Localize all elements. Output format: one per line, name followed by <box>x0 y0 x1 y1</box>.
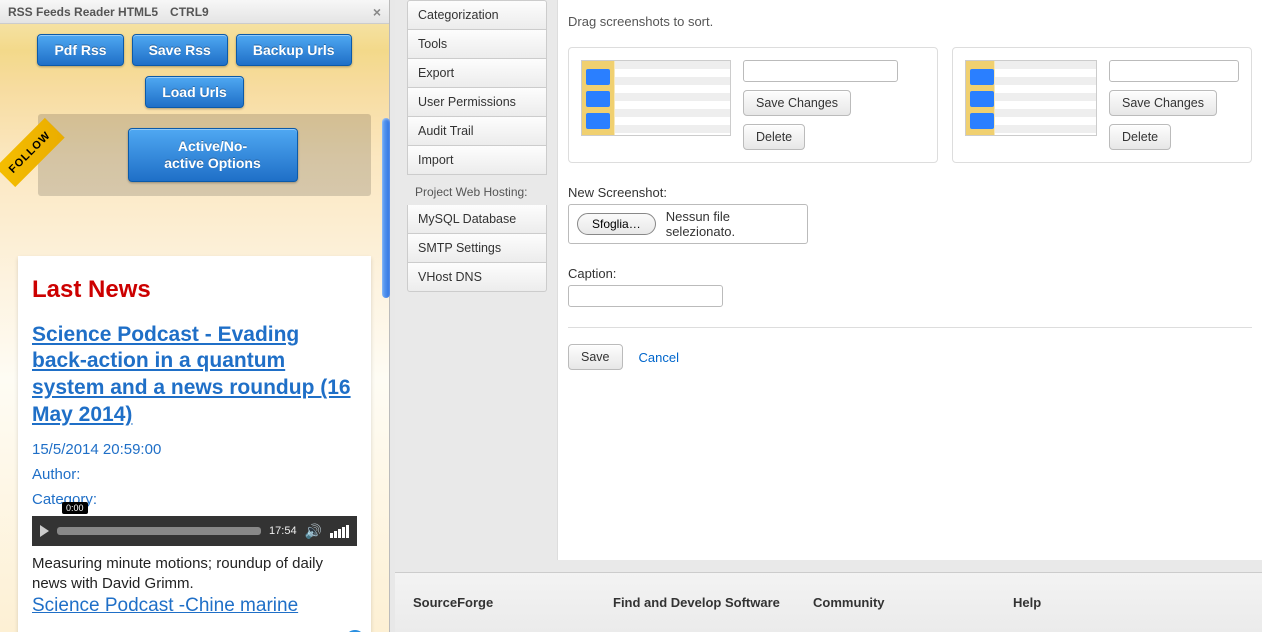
active-options-button[interactable]: Active/No-active Options <box>128 128 298 182</box>
vertical-scrollbar[interactable] <box>382 118 390 298</box>
audio-duration: 17:54 <box>269 525 297 537</box>
pdf-rss-button[interactable]: Pdf Rss <box>37 34 123 66</box>
footer-find-develop[interactable]: Find and Develop Software <box>613 595 813 632</box>
news-datetime: 15/5/2014 20:59:00 <box>32 441 357 458</box>
admin-menu-export[interactable]: Export <box>407 59 547 88</box>
audio-current-time: 0:00 <box>62 502 88 514</box>
form-actions: Save Cancel <box>568 344 1252 370</box>
save-changes-button[interactable]: Save Changes <box>1109 90 1217 116</box>
footer-nav: SourceForge Find and Develop Software Co… <box>395 572 1262 632</box>
admin-menu-categorization[interactable]: Categorization <box>407 0 547 30</box>
screenshots-editor: Drag screenshots to sort. Save Changes D… <box>557 0 1262 560</box>
news-author-label: Author: <box>32 466 357 483</box>
admin-menu-import[interactable]: Import <box>407 146 547 175</box>
admin-menu-smtp[interactable]: SMTP Settings <box>407 234 547 263</box>
news-heading: Last News <box>32 276 357 304</box>
footer-help[interactable]: Help <box>1013 595 1213 632</box>
delete-button[interactable]: Delete <box>1109 124 1171 150</box>
admin-menu-user-permissions[interactable]: User Permissions <box>407 88 547 117</box>
volume-bars-icon[interactable] <box>330 525 349 538</box>
sidebar-title: RSS Feeds Reader HTML5 <box>8 5 158 19</box>
save-rss-button[interactable]: Save Rss <box>132 34 228 66</box>
screenshot-thumbnail[interactable] <box>581 60 731 136</box>
content-area: Categorization Tools Export User Permiss… <box>395 0 1262 632</box>
toolbar-row-2: Load Urls <box>6 76 383 108</box>
admin-menu-vhost[interactable]: VHost DNS <box>407 263 547 292</box>
audio-track[interactable] <box>57 527 261 535</box>
admin-menu-audit-trail[interactable]: Audit Trail <box>407 117 547 146</box>
screenshot-card[interactable]: Save Changes Delete <box>568 47 938 163</box>
speaker-icon[interactable]: 🔊 <box>305 523 322 540</box>
sidebar-shortcut: CTRL9 <box>170 5 209 19</box>
no-file-text: Nessun file selezionato. <box>666 209 799 239</box>
screenshot-thumbnail[interactable] <box>965 60 1097 136</box>
admin-group-webhosting: Project Web Hosting: <box>407 175 547 205</box>
browse-button[interactable]: Sfoglia… <box>577 213 656 235</box>
screenshot-caption-input[interactable] <box>1109 60 1239 82</box>
close-icon[interactable]: × <box>373 4 381 20</box>
caption-label: Caption: <box>568 266 1252 281</box>
save-changes-button[interactable]: Save Changes <box>743 90 851 116</box>
file-picker[interactable]: Sfoglia… Nessun file selezionato. <box>568 204 808 244</box>
new-screenshot-row: New Screenshot: Sfoglia… Nessun file sel… <box>568 185 1252 244</box>
backup-urls-button[interactable]: Backup Urls <box>236 34 352 66</box>
load-urls-button[interactable]: Load Urls <box>145 76 244 108</box>
audio-player[interactable]: 0:00 17:54 🔊 <box>32 516 357 546</box>
screenshot-caption-input[interactable] <box>743 60 898 82</box>
screenshot-card[interactable]: Save Changes Delete <box>952 47 1252 163</box>
caption-row: Caption: <box>568 266 1252 307</box>
news-description: Measuring minute motions; roundup of dai… <box>32 554 357 595</box>
news-headline-link[interactable]: Science Podcast - Evading back-action in… <box>32 322 357 430</box>
screenshot-cards-row: Save Changes Delete Save Changes Delete <box>568 47 1252 163</box>
rss-sidebar-panel: RSS Feeds Reader HTML5 CTRL9 × Pdf Rss S… <box>0 0 390 632</box>
admin-menu-mysql[interactable]: MySQL Database <box>407 205 547 234</box>
toolbar-row-1: Pdf Rss Save Rss Backup Urls <box>6 34 383 66</box>
news-card: Last News Science Podcast - Evading back… <box>18 256 371 632</box>
screenshot-controls: Save Changes Delete <box>743 60 898 150</box>
play-icon[interactable] <box>40 525 49 537</box>
admin-menu-tools[interactable]: Tools <box>407 30 547 59</box>
cancel-link[interactable]: Cancel <box>639 350 679 365</box>
caption-input[interactable] <box>568 285 723 307</box>
save-button[interactable]: Save <box>568 344 623 370</box>
footer-community[interactable]: Community <box>813 595 1013 632</box>
next-news-link[interactable]: Science Podcast -Chine marine <box>32 595 298 616</box>
drag-hint: Drag screenshots to sort. <box>568 14 1252 29</box>
admin-sidebar: Categorization Tools Export User Permiss… <box>407 0 547 292</box>
screenshot-controls: Save Changes Delete <box>1109 60 1239 150</box>
sidebar-titlebar: RSS Feeds Reader HTML5 CTRL9 × <box>0 0 389 24</box>
options-banner: FOLLOW Active/No-active Options <box>38 114 371 196</box>
new-screenshot-label: New Screenshot: <box>568 185 1252 200</box>
delete-button[interactable]: Delete <box>743 124 805 150</box>
follow-ribbon[interactable]: FOLLOW <box>0 103 79 202</box>
divider <box>568 327 1252 328</box>
footer-sourceforge[interactable]: SourceForge <box>413 595 613 632</box>
